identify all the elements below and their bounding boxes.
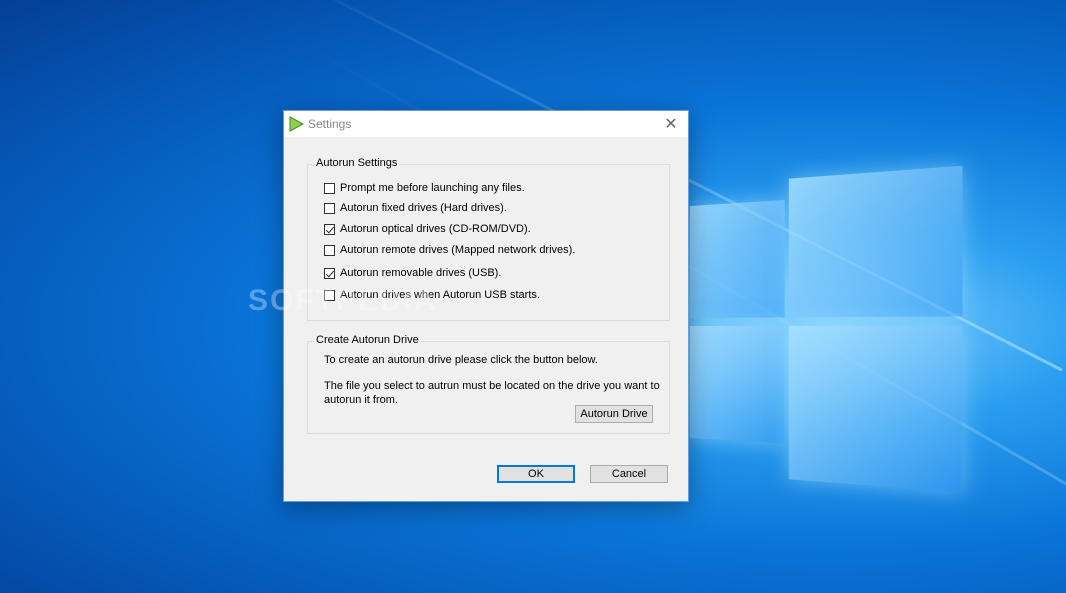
checkbox[interactable] (324, 267, 335, 279)
checkbox-label: Autorun optical drives (CD-ROM/DVD). (340, 223, 531, 235)
logo-pane (788, 165, 963, 318)
ok-button[interactable]: OK (497, 465, 575, 483)
title-bar[interactable]: Settings ✕ (284, 111, 688, 137)
play-arrow-app-icon (289, 116, 304, 132)
checkbox-fixed-drives[interactable]: Autorun fixed drives (Hard drives). (324, 200, 507, 216)
checkbox-label: Prompt me before launching any files. (340, 182, 525, 194)
checkbox-optical-drives[interactable]: Autorun optical drives (CD-ROM/DVD). (324, 221, 531, 237)
cancel-button[interactable]: Cancel (590, 465, 668, 483)
checkbox-label: Autorun drives when Autorun USB starts. (340, 289, 540, 301)
instruction-text: To create an autorun drive please click … (324, 354, 598, 366)
logo-pane (690, 325, 785, 444)
logo-pane (788, 325, 963, 493)
windows-logo (690, 165, 963, 493)
window-title: Settings (308, 117, 352, 131)
autorun-settings-group: Autorun Settings Prompt me before launch… (307, 157, 670, 321)
checkbox-autorun-usb-start[interactable]: Autorun drives when Autorun USB starts. (324, 287, 540, 303)
checkbox[interactable] (324, 244, 335, 256)
checkbox[interactable] (324, 223, 335, 235)
checkbox-remote-drives[interactable]: Autorun remote drives (Mapped network dr… (324, 242, 575, 258)
autorun-drive-button[interactable]: Autorun Drive (575, 405, 653, 423)
note-text-line2: autorun it from. (324, 394, 398, 406)
checkbox-label: Autorun removable drives (USB). (340, 267, 502, 279)
group-label: Autorun Settings (314, 157, 400, 169)
checkbox-label: Autorun fixed drives (Hard drives). (340, 202, 507, 214)
checkbox-label: Autorun remote drives (Mapped network dr… (340, 244, 576, 256)
group-label: Create Autorun Drive (314, 334, 421, 346)
settings-dialog: Settings ✕ Autorun Settings Prompt me be… (283, 110, 689, 502)
logo-pane (690, 199, 785, 318)
note-text-line1: The file you select to autrun must be lo… (324, 380, 660, 392)
checkbox[interactable] (324, 289, 335, 301)
close-icon[interactable]: ✕ (654, 111, 688, 137)
checkbox-removable-drives[interactable]: Autorun removable drives (USB). (324, 265, 501, 281)
create-autorun-drive-group: Create Autorun Drive To create an autoru… (307, 334, 670, 434)
checkbox-prompt-before-launch[interactable]: Prompt me before launching any files. (324, 180, 525, 196)
checkbox[interactable] (324, 202, 335, 214)
checkbox[interactable] (324, 182, 335, 194)
